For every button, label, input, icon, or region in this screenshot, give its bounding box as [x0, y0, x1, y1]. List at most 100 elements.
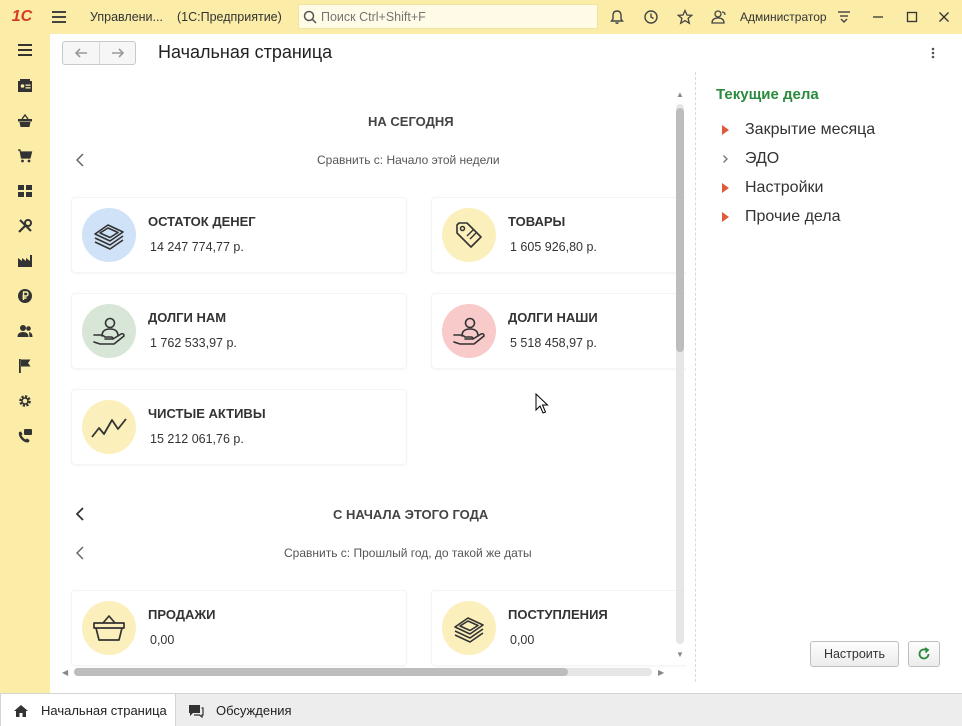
hand-person-icon — [453, 317, 485, 345]
kpi-icon-circle — [442, 304, 496, 358]
scroll-up-arrow[interactable]: ▲ — [676, 90, 684, 99]
kpi-title: ЧИСТЫЕ АКТИВЫ — [148, 406, 266, 421]
kpi-icon-circle — [82, 400, 136, 454]
sidebar-item-warehouse[interactable] — [14, 180, 36, 202]
horizontal-scrollbar-thumb[interactable] — [74, 668, 568, 676]
section-title-year: С НАЧАЛА ЭТОГО ГОДА — [333, 507, 489, 522]
task-item-label: Прочие дела — [745, 208, 841, 225]
close-button[interactable] — [934, 7, 954, 27]
kpi-title: ДОЛГИ НАШИ — [508, 310, 598, 325]
tools-icon — [18, 219, 32, 233]
sidebar-item-telephony[interactable] — [14, 425, 36, 447]
kpi-card-receivables[interactable]: ДОЛГИ НАМ 1 762 533,97 р. — [72, 294, 406, 368]
compare-period-today[interactable]: Сравнить с: Начало этой недели — [317, 153, 500, 167]
kpi-icon-circle — [82, 208, 136, 262]
sections-sidebar — [0, 34, 50, 693]
back-button[interactable] — [63, 42, 99, 64]
forward-button[interactable] — [99, 42, 135, 64]
app-logo[interactable]: 1С — [0, 0, 44, 34]
minimize-icon — [873, 16, 883, 18]
chevron-left-icon — [76, 153, 84, 167]
tab-home-page[interactable]: Начальная страница — [0, 694, 176, 726]
scroll-right-arrow[interactable]: ▶ — [658, 668, 664, 677]
sidebar-item-crm[interactable] — [14, 75, 36, 97]
sidebar-item-main-menu[interactable] — [14, 39, 36, 61]
money-icon — [454, 617, 484, 643]
flag-icon — [19, 359, 31, 373]
kpi-value: 0,00 — [510, 633, 535, 647]
refresh-icon — [918, 647, 930, 660]
global-search[interactable] — [298, 4, 598, 29]
kpi-card-payables[interactable]: ДОЛГИ НАШИ 5 518 458,97 р. — [432, 294, 686, 368]
sidebar-item-sales[interactable] — [14, 110, 36, 132]
arrow-left-icon — [74, 48, 87, 58]
trend-icon — [91, 418, 127, 438]
kpi-icon-circle — [82, 304, 136, 358]
phone-chat-icon — [18, 429, 32, 443]
scroll-down-arrow[interactable]: ▼ — [676, 650, 684, 659]
tab-label: Обсуждения — [216, 703, 292, 718]
window-menu-button[interactable] — [834, 7, 854, 27]
setup-button[interactable]: Настроить — [810, 641, 899, 667]
task-item-settings[interactable]: Настройки — [722, 177, 823, 199]
home-icon — [11, 704, 31, 718]
sidebar-item-production[interactable] — [14, 250, 36, 272]
basket-icon — [93, 615, 125, 641]
kpi-value: 15 212 061,76 р. — [150, 432, 244, 446]
sidebar-item-purchases[interactable] — [14, 145, 36, 167]
task-item-other[interactable]: Прочие дела — [722, 206, 841, 228]
arrow-right-icon — [111, 48, 124, 58]
ruble-icon — [18, 289, 32, 303]
users-button[interactable] — [709, 7, 729, 27]
vertical-scrollbar-thumb[interactable] — [676, 108, 684, 352]
sidebar-item-goals[interactable] — [14, 355, 36, 377]
maximize-button[interactable] — [902, 7, 922, 27]
app-subtitle: (1С:Предприятие) — [176, 10, 282, 24]
kpi-card-sales[interactable]: ПРОДАЖИ 0,00 — [72, 591, 406, 665]
gear-icon — [19, 395, 31, 407]
kpi-value: 14 247 774,77 р. — [150, 240, 244, 254]
chat-icon — [186, 704, 206, 718]
kpi-card-cash[interactable]: ОСТАТОК ДЕНЕГ 14 247 774,77 р. — [72, 198, 406, 272]
navigation-buttons — [62, 41, 136, 65]
sidebar-item-settings[interactable] — [14, 390, 36, 412]
main-menu-button[interactable] — [44, 0, 74, 34]
collapse-year-button[interactable] — [73, 506, 87, 522]
scroll-left-arrow[interactable]: ◀ — [62, 668, 68, 677]
current-tasks-title[interactable]: Текущие дела — [716, 86, 819, 103]
minimize-button[interactable] — [868, 7, 888, 27]
basket-icon — [18, 114, 32, 127]
compare-period-year[interactable]: Сравнить с: Прошлый год, до такой же дат… — [284, 546, 532, 560]
app-title: Управлени... — [90, 10, 163, 24]
task-item-label: ЭДО — [745, 150, 780, 167]
history-button[interactable] — [641, 7, 661, 27]
task-item-month-close[interactable]: Закрытие месяца — [722, 119, 875, 141]
dashboard-content: НА СЕГОДНЯ Сравнить с: Начало этой недел… — [62, 80, 686, 680]
kpi-icon-circle — [442, 601, 496, 655]
kpi-value: 0,00 — [150, 633, 175, 647]
more-actions-button[interactable] — [924, 44, 942, 62]
current-user[interactable]: Администратор — [740, 10, 827, 24]
cart-icon — [18, 149, 33, 163]
compare-prev-today-button[interactable] — [73, 152, 87, 168]
refresh-button[interactable] — [908, 641, 940, 667]
sidebar-item-service[interactable] — [14, 215, 36, 237]
kpi-card-net-assets[interactable]: ЧИСТЫЕ АКТИВЫ 15 212 061,76 р. — [72, 390, 406, 464]
tab-discussions[interactable]: Обсуждения — [186, 694, 306, 726]
hand-person-icon — [93, 317, 125, 345]
notifications-button[interactable] — [607, 7, 627, 27]
kpi-card-goods[interactable]: ТОВАРЫ 1 605 926,80 р. — [432, 198, 686, 272]
sidebar-item-staff[interactable] — [14, 320, 36, 342]
contacts-icon — [18, 79, 32, 92]
kpi-icon-circle — [442, 208, 496, 262]
task-item-edo[interactable]: ЭДО — [722, 148, 779, 170]
kpi-card-receipts[interactable]: ПОСТУПЛЕНИЯ 0,00 — [432, 591, 686, 665]
compare-prev-year-button[interactable] — [73, 545, 87, 561]
panel-divider[interactable] — [695, 72, 696, 682]
search-input[interactable] — [321, 9, 581, 24]
chevron-left-icon — [76, 507, 84, 521]
kpi-value: 1 762 533,97 р. — [150, 336, 237, 350]
sidebar-item-finance[interactable] — [14, 285, 36, 307]
history-icon — [644, 10, 658, 24]
favorites-button[interactable] — [675, 7, 695, 27]
